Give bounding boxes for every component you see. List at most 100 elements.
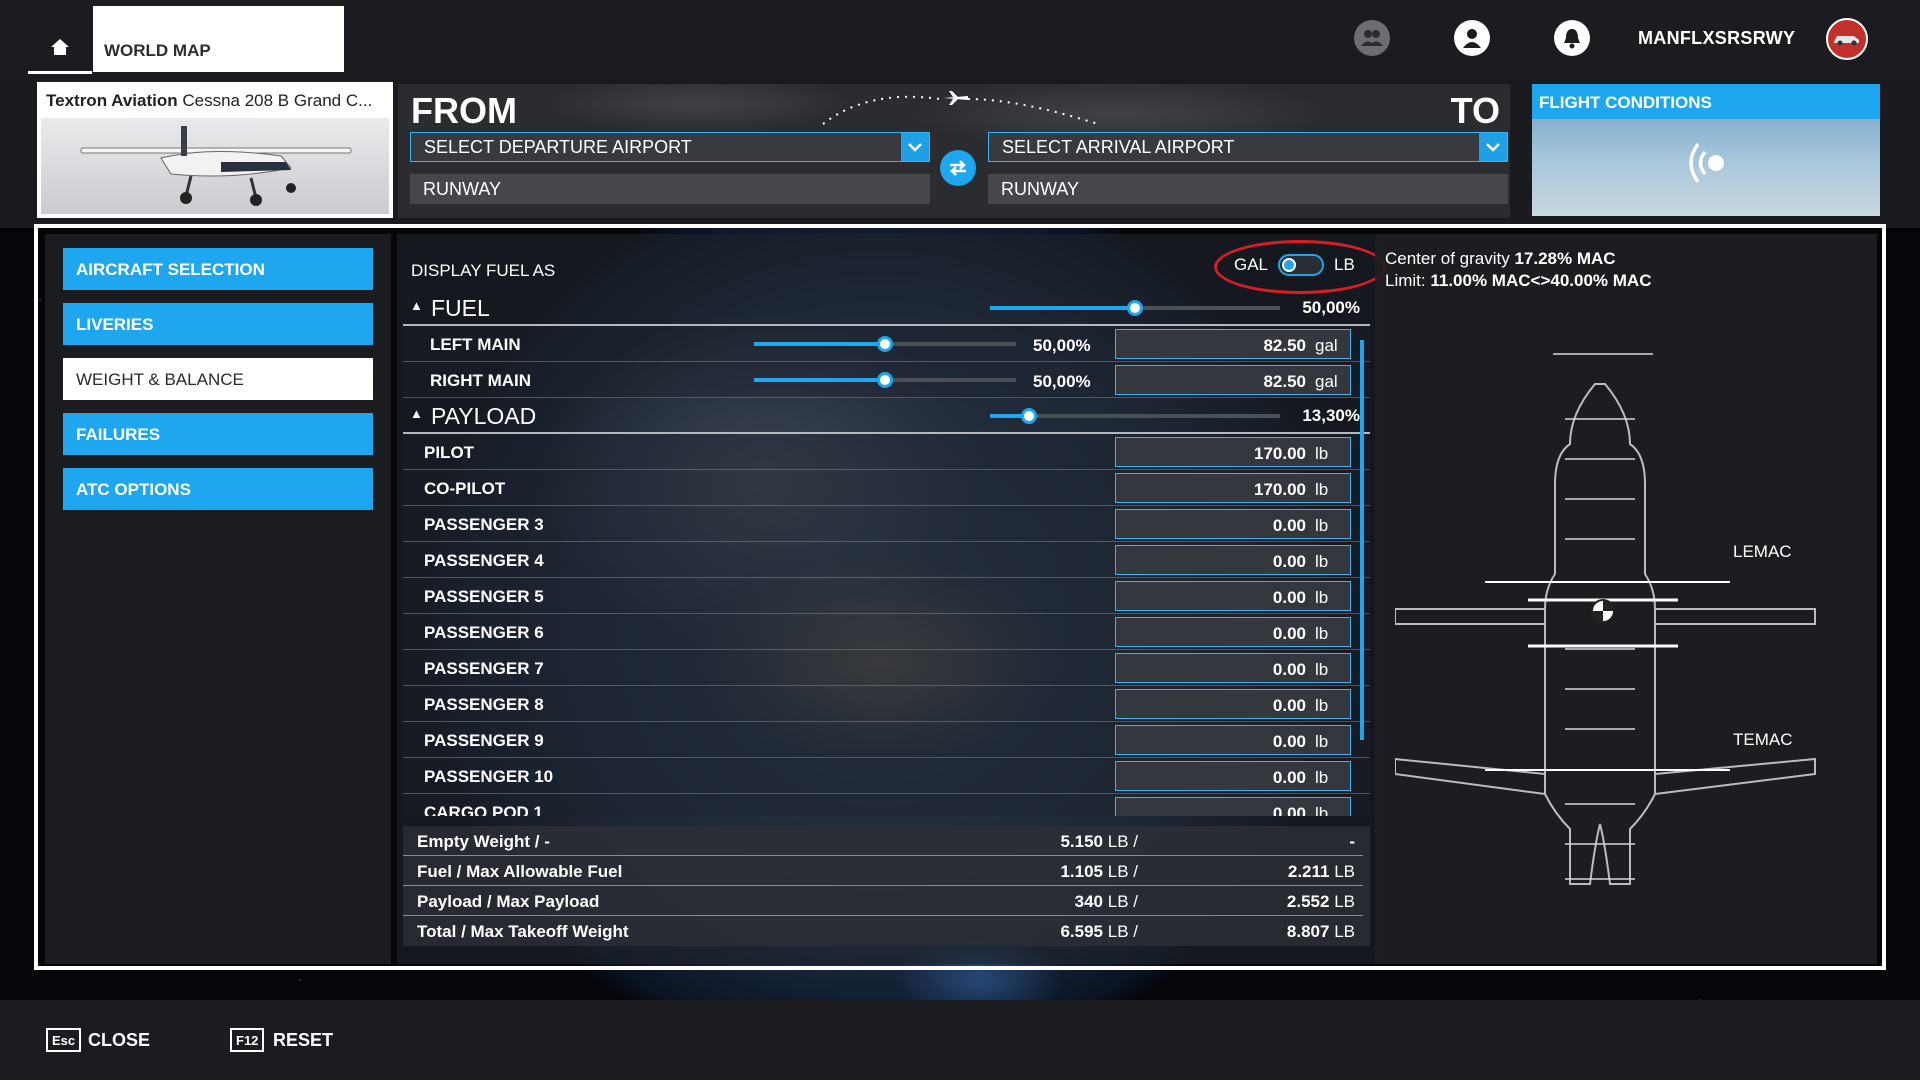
profile-icon [1463, 29, 1481, 48]
aircraft-name: Textron Aviation Cessna 208 B Grand C... [37, 82, 382, 111]
center-of-gravity-readout: Center of gravity 17.28% MAC Limit: 11.0… [1385, 248, 1651, 292]
quantity-unit: gal [1315, 336, 1338, 355]
payload-station-row: CO-PILOT 170.00 lb [403, 470, 1370, 506]
value-number: 340 [1074, 892, 1104, 911]
nav-liveries[interactable]: LIVERIES [63, 303, 373, 345]
weight-summary: Empty Weight / - 5.150 LB / - Fuel / Max… [403, 826, 1370, 946]
station-weight-input[interactable]: 0.00 lb [1115, 653, 1351, 683]
summary-max: 2.552 LB [1270, 892, 1355, 912]
station-weight-input[interactable]: 0.00 lb [1115, 689, 1351, 719]
swap-airports-button[interactable] [940, 150, 976, 186]
close-button[interactable]: CLOSE [88, 1030, 150, 1051]
station-weight-input[interactable]: 0.00 lb [1115, 761, 1351, 791]
arrival-dropdown-button[interactable] [1479, 133, 1507, 161]
scrollbar[interactable] [1360, 340, 1364, 740]
arrival-airport-placeholder: SELECT ARRIVAL AIRPORT [1002, 137, 1235, 157]
aircraft-card[interactable]: Textron Aviation Cessna 208 B Grand C... [37, 82, 393, 218]
slider-knob[interactable] [1127, 300, 1143, 316]
fuel-total-percent: 50,00% [1302, 298, 1360, 317]
departure-dropdown-button[interactable] [901, 133, 929, 161]
profile-button[interactable] [1454, 20, 1490, 56]
f12-key-hint: F12 [230, 1028, 265, 1052]
station-name: PASSENGER 7 [424, 659, 544, 678]
tank-name: LEFT MAIN [430, 335, 521, 354]
weight-unit: lb [1315, 480, 1329, 499]
value-unit: LB / [1107, 862, 1138, 881]
station-name: CARGO POD 1 [424, 803, 544, 816]
balance-diagram-panel: Center of gravity 17.28% MAC Limit: 11.0… [1375, 234, 1877, 964]
payload-section-header[interactable]: ▲ PAYLOAD 13,30% [403, 398, 1370, 434]
nav-aircraft-selection[interactable]: AIRCRAFT SELECTION [63, 248, 373, 290]
weight-value: 0.00 [1272, 696, 1306, 715]
slider-knob[interactable] [877, 372, 893, 388]
route-panel: FROM TO SELECT DEPARTURE AIRPORT RUNWAY … [398, 84, 1510, 218]
loads-list[interactable]: ▲ FUEL 50,00% LEFT MAIN 50,00% 82.50 gal … [403, 290, 1378, 816]
weight-value: 0.00 [1272, 624, 1306, 643]
station-weight-input[interactable]: 0.00 lb [1115, 581, 1351, 611]
weight-unit: lb [1315, 732, 1329, 751]
home-button[interactable] [28, 22, 92, 74]
station-name: PASSENGER 4 [424, 551, 544, 570]
right-main-slider[interactable] [754, 372, 1016, 388]
weight-value: 0.00 [1272, 516, 1306, 535]
station-name: PASSENGER 9 [424, 731, 544, 750]
fuel-tank-row: RIGHT MAIN 50,00% 82.50 gal [403, 362, 1370, 398]
left-main-quantity-input[interactable]: 82.50 gal [1115, 329, 1351, 359]
value-number: 6.595 [1060, 922, 1104, 941]
max-unit: LB [1334, 862, 1355, 881]
nav-failures[interactable]: FAILURES [63, 413, 373, 455]
summary-value: 340 LB / [1075, 892, 1138, 912]
payload-total-slider[interactable] [990, 408, 1280, 424]
avatar[interactable] [1826, 18, 1868, 60]
weight-unit: lb [1315, 624, 1329, 643]
reset-button[interactable]: RESET [273, 1030, 333, 1051]
flight-conditions-card[interactable]: FLIGHT CONDITIONS [1532, 84, 1880, 216]
live-weather-icon [1689, 142, 1724, 184]
tab-world-map[interactable]: WORLD MAP [93, 6, 344, 72]
slider-knob[interactable] [877, 336, 893, 352]
cg-line: Center of gravity 17.28% MAC [1385, 248, 1651, 270]
arrival-airport-select[interactable]: SELECT ARRIVAL AIRPORT [988, 132, 1508, 162]
station-weight-input[interactable]: 0.00 lb [1115, 509, 1351, 539]
nav-weight-balance[interactable]: WEIGHT & BALANCE [63, 358, 373, 400]
station-weight-input[interactable]: 0.00 lb [1115, 545, 1351, 575]
departure-airport-select[interactable]: SELECT DEPARTURE AIRPORT [410, 132, 930, 162]
summary-row: Payload / Max Payload 340 LB / 2.552 LB [403, 886, 1363, 916]
friends-button[interactable] [1354, 20, 1390, 56]
cg-value: 17.28% MAC [1514, 249, 1616, 268]
summary-row: Empty Weight / - 5.150 LB / - [403, 826, 1363, 856]
value-number: 1.105 [1060, 862, 1104, 881]
payload-station-row: PASSENGER 10 0.00 lb [403, 758, 1370, 794]
summary-label: Total / Max Takeoff Weight [417, 922, 629, 941]
bell-icon [1564, 29, 1580, 49]
slider-fill [754, 378, 885, 382]
station-weight-input[interactable]: 0.00 lb [1115, 797, 1351, 816]
station-weight-input[interactable]: 170.00 lb [1115, 473, 1351, 503]
weight-value: 0.00 [1272, 804, 1306, 816]
station-weight-input[interactable]: 0.00 lb [1115, 725, 1351, 755]
fuel-section-header[interactable]: ▲ FUEL 50,00% [403, 290, 1370, 326]
payload-station-row: PILOT 170.00 lb [403, 434, 1370, 470]
summary-max: - [1270, 832, 1355, 852]
highlight-annotation [1214, 240, 1386, 294]
username[interactable]: MANFLXSRSRWY [1638, 28, 1795, 49]
tank-percent: 50,00% [1033, 336, 1091, 355]
station-weight-input[interactable]: 170.00 lb [1115, 437, 1351, 467]
weight-value: 0.00 [1272, 732, 1306, 751]
departure-runway-select[interactable]: RUNWAY [410, 174, 930, 204]
nav-atc-options[interactable]: ATC OPTIONS [63, 468, 373, 510]
station-weight-input[interactable]: 0.00 lb [1115, 617, 1351, 647]
temac-label: TEMAC [1733, 730, 1793, 749]
right-main-quantity-input[interactable]: 82.50 gal [1115, 365, 1351, 395]
weight-value: 170.00 [1254, 444, 1306, 463]
arrival-runway-select[interactable]: RUNWAY [988, 174, 1508, 204]
slider-knob[interactable] [1020, 408, 1037, 424]
fuel-tank-row: LEFT MAIN 50,00% 82.50 gal [403, 326, 1370, 362]
left-main-slider[interactable] [754, 336, 1016, 352]
payload-station-row: PASSENGER 7 0.00 lb [403, 650, 1370, 686]
summary-value: 5.150 LB / [1060, 832, 1138, 852]
notifications-button[interactable] [1554, 20, 1590, 56]
value-unit: LB / [1107, 922, 1138, 941]
station-name: PASSENGER 10 [424, 767, 554, 786]
fuel-total-slider[interactable] [990, 300, 1280, 316]
